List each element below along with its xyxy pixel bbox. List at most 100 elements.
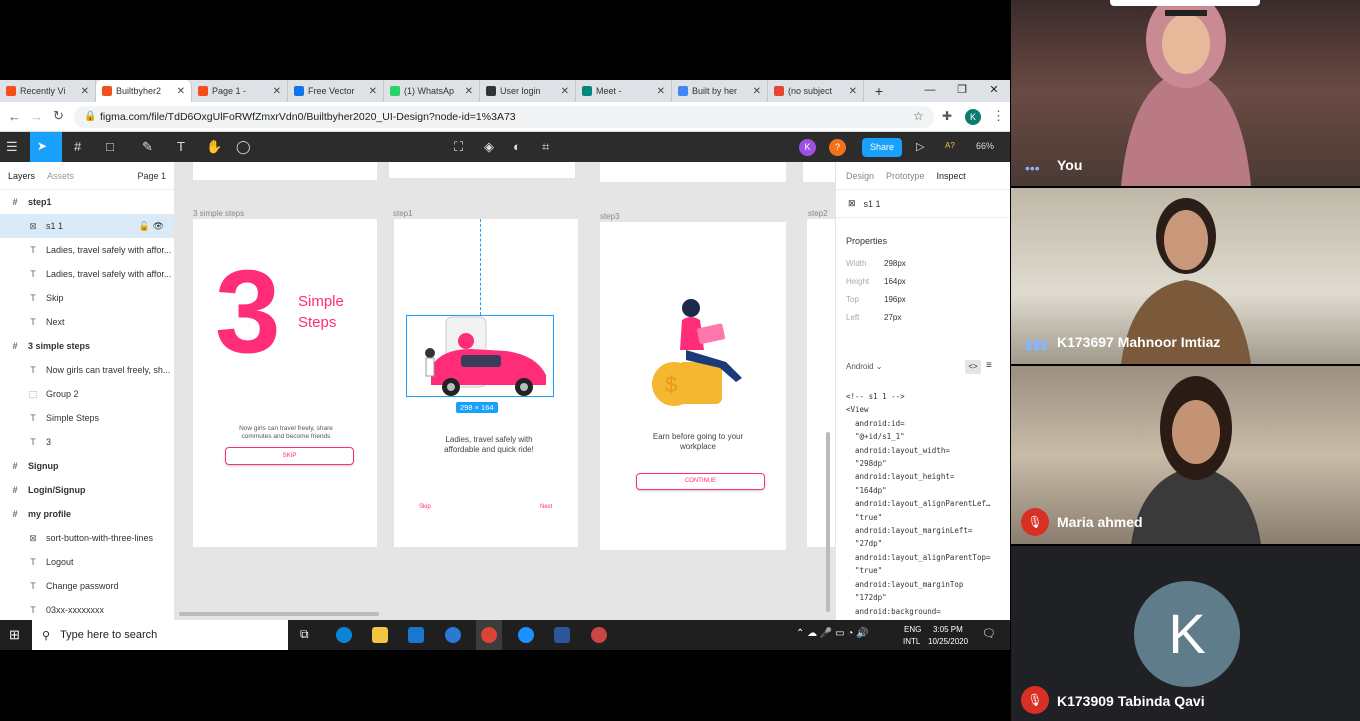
extensions-icon[interactable]: ✚ [942,109,952,123]
tray-icons[interactable]: ⌃ ☁ 🎤 ▭ ◔ 🔊 [796,628,869,639]
word-icon[interactable] [554,627,570,643]
close-tab-icon[interactable]: ✕ [81,86,89,97]
step1-skip[interactable]: Skip [419,504,431,510]
browser-tab[interactable]: Builtbyher2 ✕ [96,80,192,102]
step1-next[interactable]: Next [540,504,552,510]
clock-time[interactable]: 3:05 PM [933,625,963,634]
notification-icon[interactable]: 🗨 [982,627,996,640]
browser-tab[interactable]: Recently Vi ✕ [0,80,96,102]
lock-visibility-icon[interactable]: 🔓 👁 [139,221,174,232]
layer-item[interactable]: ⊠ s1 1 🔓 👁 [0,214,174,238]
comment-tool-icon[interactable]: ◯ [236,139,251,155]
back-icon[interactable]: ← [8,109,21,124]
property-value[interactable]: 164px [884,277,906,286]
collaborator-avatar-2[interactable]: ? [829,139,846,156]
layer-item[interactable]: T 03xx-xxxxxxxx [0,598,174,622]
layer-item[interactable]: #3 simple steps [0,334,174,358]
bookmark-star-icon[interactable]: ☆ [913,109,924,123]
property-value[interactable]: 196px [884,295,906,304]
reload-icon[interactable]: ↻ [53,108,64,124]
close-tab-icon[interactable]: ✕ [177,86,185,97]
layer-item[interactable]: # Login/Signup [0,478,174,502]
tab-design[interactable]: Design [846,171,874,181]
edge-icon[interactable] [336,627,352,643]
layer-item[interactable]: # step1 [0,190,174,214]
task-view-icon[interactable]: ⧉ [300,627,309,642]
close-window-icon[interactable]: ✕ [978,80,1010,102]
close-tab-icon[interactable]: ✕ [273,86,281,97]
participant-tile-tabinda[interactable]: K 🎙 K173909 Tabinda Qavi [1011,546,1360,721]
share-button[interactable]: Share [862,138,902,157]
browser-tab[interactable]: Meet - ✕ [576,80,672,102]
chrome-taskbar-active[interactable] [476,620,502,650]
file-explorer-icon[interactable] [372,627,388,643]
frame-label-step2[interactable]: step2 [808,209,828,218]
layer-item[interactable]: T Logout [0,550,174,574]
ie-icon[interactable] [518,627,534,643]
horizontal-scrollbar[interactable] [179,612,379,616]
shape-tool-icon[interactable]: □ [106,139,114,154]
windows-start-icon[interactable]: ⊞ [9,627,20,643]
close-tab-icon[interactable]: ✕ [465,86,473,97]
frame-label-3-simple-steps[interactable]: 3 simple steps [193,209,244,218]
clock-date[interactable]: 10/25/2020 [928,637,968,646]
browser-icon[interactable] [445,627,461,643]
profile-avatar[interactable]: K [965,109,981,125]
layer-item[interactable]: T Next [0,310,174,334]
layer-item[interactable]: T Ladies, travel safely with affor... [0,262,174,286]
layer-item[interactable]: T Simple Steps [0,406,174,430]
frame-label-step3[interactable]: step3 [600,212,620,221]
tab-layers[interactable]: Layers [8,171,35,181]
participant-tile-maria[interactable]: 🎙 Maria ahmed [1011,366,1360,544]
layer-item[interactable]: T Now girls can travel freely, sh... [0,358,174,382]
participant-tile-you[interactable]: ••• You [1011,0,1360,186]
layer-item[interactable]: T Change password [0,574,174,598]
pen-tool-icon[interactable]: ✎ [142,139,153,155]
layer-item[interactable]: T Skip [0,286,174,310]
layer-item[interactable]: T Ladies, travel safely with affor... [0,238,174,262]
mask-icon[interactable]: ◐ [513,139,521,154]
layer-item[interactable]: ⬚ Group 2 [0,382,174,406]
browser-tab[interactable]: Free Vector ✕ [288,80,384,102]
platform-dropdown[interactable]: Android ⌄ [846,362,883,371]
app-icon[interactable] [591,627,607,643]
selection-box[interactable] [406,315,554,397]
minimize-icon[interactable]: — [914,80,946,102]
browser-tab[interactable]: Page 1 - ✕ [192,80,288,102]
present-play-icon[interactable]: ▷ [916,140,924,153]
hamburger-menu-icon[interactable]: ☰ [6,139,18,155]
mail-icon[interactable] [408,627,424,643]
browser-tab[interactable]: (1) WhatsAp ✕ [384,80,480,102]
text-tool-icon[interactable]: T [177,139,185,154]
forward-icon[interactable]: → [30,109,43,124]
frame-tool-icon[interactable]: # [74,139,81,154]
frame-step1[interactable]: 298 × 164 Ladies, travel safely with aff… [394,219,578,547]
property-value[interactable]: 298px [884,259,906,268]
skip-button[interactable]: SKIP [225,447,354,465]
frame-label-step1[interactable]: step1 [393,209,413,218]
browser-tab[interactable]: (no subject ✕ [768,80,864,102]
frame-selection-icon[interactable]: ⛶ [454,139,463,155]
hand-tool-icon[interactable]: ✋ [206,139,222,155]
browser-tab[interactable]: User login ✕ [480,80,576,102]
continue-button[interactable]: CONTINUE [636,473,765,490]
close-tab-icon[interactable]: ✕ [369,86,377,97]
collaborator-avatar-k[interactable]: K [799,139,816,156]
property-value[interactable]: 27px [884,313,901,322]
close-tab-icon[interactable]: ✕ [657,86,665,97]
layer-item[interactable]: # my profile [0,502,174,526]
tab-inspect[interactable]: Inspect [937,171,966,181]
layer-item[interactable]: ⊠ sort-button-with-three-lines [0,526,174,550]
zoom-level[interactable]: 66% [976,141,994,151]
list-view-icon[interactable]: ≡ [986,360,992,371]
move-tool-button[interactable]: ➤ [30,132,62,162]
layer-item[interactable]: T3 [0,430,174,454]
url-field[interactable]: 🔒 figma.com/file/TdD6OxgUlFoRWfZmxrVdn0/… [74,106,934,128]
maximize-icon[interactable]: ❐ [946,80,978,102]
new-tab-button[interactable]: + [864,80,894,102]
component-icon[interactable]: ◈ [484,139,494,155]
taskbar-search[interactable]: ⚲ Type here to search [32,620,288,650]
browser-tab[interactable]: Built by her ✕ [672,80,768,102]
code-view-icon[interactable]: <> [965,360,981,374]
close-tab-icon[interactable]: ✕ [561,86,569,97]
